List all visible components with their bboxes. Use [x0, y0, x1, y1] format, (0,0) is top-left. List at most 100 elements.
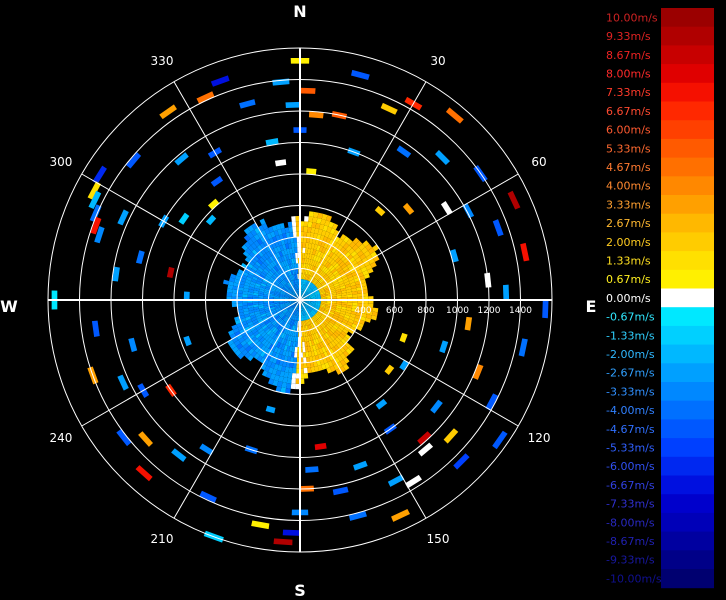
legend-swatch	[661, 8, 714, 28]
legend-label: 10.00m/s	[606, 11, 658, 24]
legend-swatch	[661, 195, 714, 215]
echo-cell	[285, 101, 301, 109]
azimuth-label: 210	[151, 532, 174, 546]
echo-cell	[126, 152, 142, 169]
legend-label: 5.33m/s	[606, 142, 651, 155]
legend-label: 4.67m/s	[606, 161, 651, 174]
dense-echo-cell	[286, 382, 292, 389]
range-label: 800	[417, 306, 434, 316]
echo-cell	[174, 152, 189, 166]
echo-cell	[435, 149, 451, 165]
legend-swatch	[661, 494, 714, 514]
echo-cell	[205, 214, 217, 226]
echo-cell	[445, 107, 464, 124]
dense-echo-cell	[302, 352, 307, 358]
compass-south: S	[294, 581, 306, 600]
compass-east: E	[586, 297, 597, 316]
echo-cell	[299, 87, 316, 94]
dense-echo-cell	[293, 357, 297, 363]
dense-echo-cell	[302, 242, 307, 248]
legend-label: 7.33m/s	[606, 86, 651, 99]
dense-echo-cell	[293, 352, 298, 358]
echo-cell	[353, 460, 368, 471]
echo-cell	[91, 320, 100, 338]
echo-cell	[464, 316, 473, 331]
dense-echo-cell	[287, 372, 293, 379]
echo-cell	[306, 168, 317, 175]
legend-label: -0.67m/s	[606, 311, 655, 324]
echo-cell	[265, 405, 276, 414]
dense-echo-cell	[372, 307, 379, 313]
dense-echo-cell	[222, 279, 230, 285]
echo-cell	[305, 466, 319, 473]
compass-west: W	[0, 297, 18, 316]
legend-swatch	[661, 569, 714, 589]
echo-cell	[273, 538, 293, 546]
azimuth-label: 150	[427, 532, 450, 546]
echo-cell	[520, 242, 530, 262]
echo-cell	[210, 75, 230, 87]
echo-cell	[282, 529, 301, 536]
echo-cell	[430, 399, 443, 414]
legend-label: 2.00m/s	[606, 236, 651, 249]
legend-swatch	[661, 475, 714, 495]
echo-cell	[391, 509, 411, 522]
legend-swatch	[661, 120, 714, 140]
range-label: 600	[386, 306, 403, 316]
echo-cell	[502, 284, 510, 301]
legend-swatch	[661, 64, 714, 84]
legend-swatch	[661, 232, 714, 252]
dense-echo-cell	[307, 221, 313, 228]
azimuth-label: 240	[50, 431, 73, 445]
legend-swatch	[661, 45, 714, 65]
range-label: 400	[354, 306, 371, 316]
echo-cell	[166, 266, 175, 278]
echo-cell	[443, 428, 459, 444]
echo-cell	[351, 69, 370, 81]
polar-grid	[47, 47, 553, 553]
echo-cell	[384, 364, 395, 376]
dense-echo-cell	[291, 378, 296, 384]
legend-label: -8.67m/s	[606, 535, 655, 548]
legend-label: -2.00m/s	[606, 348, 655, 361]
azimuth-label: 30	[430, 54, 445, 68]
dense-echo-cell	[303, 221, 309, 227]
azimuth-label: 330	[151, 54, 174, 68]
velocity-legend: 10.00m/s 9.33m/s 8.67m/s 8.00m/s 7.33m/s 6.67…	[606, 8, 714, 589]
legend-label: -9.33m/s	[606, 554, 655, 567]
legend-label: -2.67m/s	[606, 367, 655, 380]
range-labels: 400 600 800 1000 1200 1400	[354, 306, 532, 316]
echo-cell	[417, 442, 434, 457]
dense-echo-cell	[303, 367, 308, 374]
legend-label: -6.00m/s	[606, 460, 655, 473]
legend-swatch	[661, 213, 714, 233]
dense-echo-cell	[231, 292, 238, 297]
legend-label: -8.00m/s	[606, 516, 655, 529]
legend-swatch	[661, 26, 714, 46]
legend-swatch	[661, 138, 714, 159]
azimuth-spoke	[299, 299, 427, 519]
legend-label: 4.00m/s	[606, 180, 651, 193]
echo-cell	[439, 340, 449, 354]
dense-echo-cell	[357, 293, 363, 297]
echo-cell	[159, 104, 177, 120]
legend-label: -6.67m/s	[606, 479, 655, 492]
dense-echo-cell	[352, 293, 358, 298]
echo-cell	[399, 332, 408, 343]
legend-label: -3.33m/s	[606, 385, 655, 398]
dense-echo-cell	[304, 216, 309, 222]
dense-echo-cell	[303, 362, 308, 369]
legend-swatch	[661, 288, 714, 308]
dense-echo-cell	[303, 237, 307, 243]
echo-cell	[128, 337, 138, 353]
dense-echo-cell	[292, 367, 297, 374]
echo-cell	[138, 431, 153, 447]
legend-swatch	[661, 456, 714, 476]
dense-echo-cell	[226, 292, 233, 297]
echo-cell	[375, 398, 388, 410]
dense-echo-cell	[292, 226, 297, 233]
echo-cell	[251, 520, 270, 530]
legend-swatch	[661, 550, 714, 570]
legend-label: -4.00m/s	[606, 404, 655, 417]
legend-swatch	[661, 101, 714, 121]
